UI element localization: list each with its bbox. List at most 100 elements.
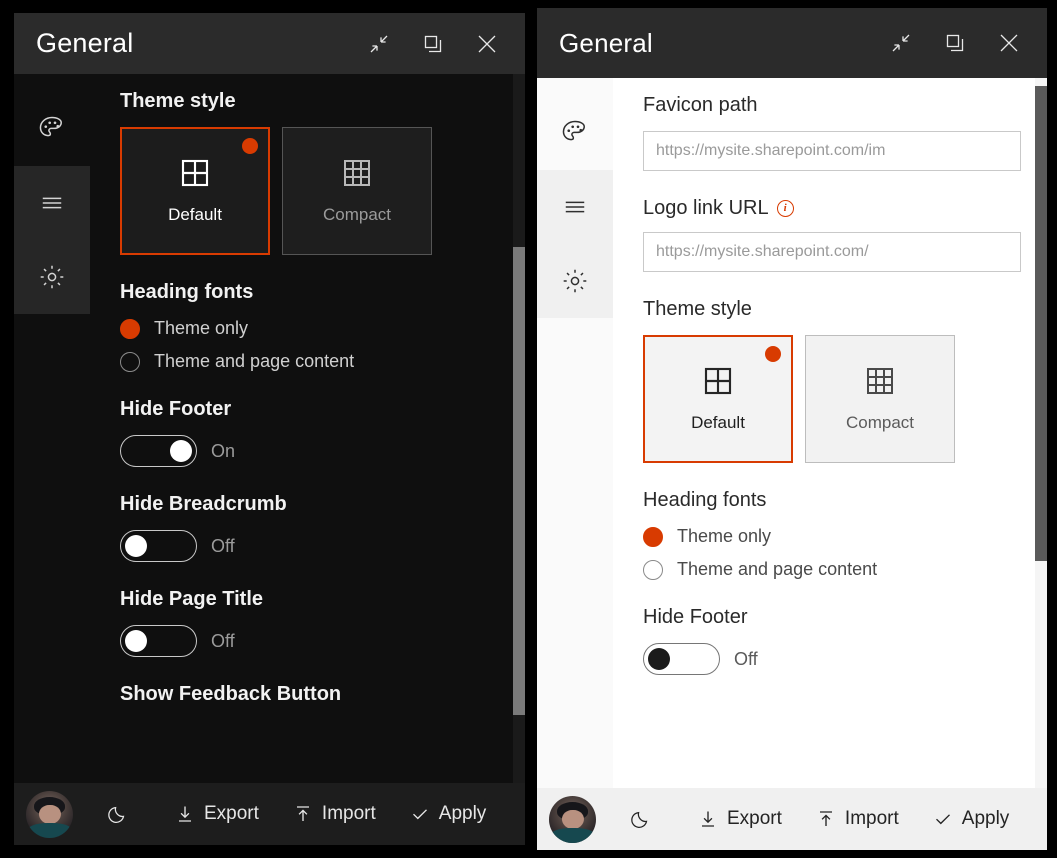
footer-bar: Export Import Apply [537,788,1047,850]
selected-dot-icon [242,138,258,154]
radio-icon [120,351,140,372]
show-feedback-button-label: Show Feedback Button [120,683,342,705]
collapse-icon[interactable] [879,21,923,65]
titlebar-actions [357,22,509,66]
avatar-shirt [27,823,72,838]
collapse-icon[interactable] [357,22,401,66]
hide-breadcrumb-toggle[interactable] [120,530,197,562]
avatar-shirt [550,828,595,843]
toggle-knob [648,648,670,670]
radio-theme-and-page-content[interactable]: Theme and page content [643,559,1047,580]
apply-label: Apply [961,808,1010,829]
radio-theme-only[interactable]: Theme only [120,318,525,339]
grid-3x3-icon [344,160,370,186]
apply-button[interactable]: Apply [396,795,501,833]
import-button[interactable]: Import [279,795,390,833]
section-favicon-path: Favicon path [643,94,1047,171]
section-hide-footer: Hide Footer On [120,398,525,467]
theme-card-label: Default [168,205,222,224]
theme-style-label: Theme style [120,90,236,112]
hide-footer-toggle[interactable] [643,643,720,675]
export-icon [179,806,191,822]
toggle-state: Off [211,535,235,556]
section-hide-footer: Hide Footer Off [643,606,1047,675]
hide-page-title-toggle[interactable] [120,625,197,657]
toggle-row: Off [120,625,525,657]
apply-button[interactable]: Apply [919,800,1024,838]
page-title: General [36,28,134,58]
dark-mode-toggle-button[interactable] [618,799,664,839]
favicon-path-input[interactable] [643,131,1021,171]
import-icon [296,806,309,821]
scrollbar-track[interactable] [513,74,525,783]
titlebar: General [14,13,525,74]
popout-icon[interactable] [933,21,977,65]
theme-style-label: Theme style [643,298,752,320]
avatar-face [38,804,61,825]
dark-mode-toggle-button[interactable] [95,794,141,834]
export-label: Export [204,803,259,824]
close-icon[interactable] [987,21,1031,65]
theme-style-cards: Default Compact [643,335,1047,463]
export-icon [702,811,714,827]
export-button[interactable]: Export [684,800,796,838]
import-label: Import [844,808,899,829]
radio-label: Theme only [677,526,772,546]
settings-panel-dark: General Theme style Default Compact Head… [14,13,525,845]
scrollbar-thumb[interactable] [513,247,525,715]
section-theme-style: Theme style Default Compact [643,298,1047,463]
grid-2x2-icon [181,159,209,187]
sidebar-item-theme[interactable] [14,92,90,166]
sidebar-item-theme[interactable] [537,96,613,170]
radio-icon [643,559,663,580]
close-icon[interactable] [465,22,509,66]
favicon-path-label: Favicon path [643,94,758,116]
radio-theme-only[interactable]: Theme only [643,526,1047,547]
theme-card-default[interactable]: Default [120,127,270,255]
info-icon[interactable]: i [776,200,794,217]
radio-icon [643,526,663,547]
popout-icon[interactable] [411,22,455,66]
theme-card-compact[interactable]: Compact [282,127,432,255]
section-hide-page-title: Hide Page Title Off [120,588,525,657]
titlebar: General [537,8,1047,78]
sidebar [537,78,613,788]
radio-theme-and-page-content[interactable]: Theme and page content [120,351,525,372]
footer-bar: Export Import Apply [14,783,525,845]
section-theme-style: Theme style Default Compact [120,90,525,255]
sidebar-item-settings[interactable] [537,244,613,318]
avatar[interactable] [549,795,596,843]
toggle-knob [125,630,147,652]
moon-icon [108,806,125,823]
theme-card-label: Compact [845,413,915,432]
hide-footer-toggle[interactable] [120,435,197,467]
heading-fonts-label: Heading fonts [120,281,254,303]
grid-3x3-icon [867,368,893,394]
theme-card-label: Default [691,413,745,432]
logo-link-url-input[interactable] [643,232,1021,272]
footer-actions: Export Import Apply [618,799,1023,839]
section-heading-fonts: Heading fonts Theme only Theme and page … [120,281,525,372]
avatar[interactable] [26,790,73,838]
logo-link-url-label: Logo link URL [643,197,769,219]
sidebar-item-settings[interactable] [14,240,90,314]
page-title: General [559,27,653,58]
scrollbar-track[interactable] [1035,78,1047,788]
footer-actions: Export Import Apply [95,794,500,834]
hide-footer-label: Hide Footer [643,606,748,628]
import-button[interactable]: Import [802,800,913,838]
scrollbar-thumb[interactable] [1035,86,1047,561]
settings-content: Favicon path Logo link URL i Theme style [613,78,1047,788]
heading-fonts-label: Heading fonts [643,489,767,511]
sidebar-item-navigation[interactable] [14,166,90,240]
radio-label: Theme and page content [154,351,355,371]
theme-card-compact[interactable]: Compact [805,335,955,463]
theme-card-default[interactable]: Default [643,335,793,463]
sidebar [14,74,90,783]
sidebar-item-navigation[interactable] [537,170,613,244]
section-logo-link-url: Logo link URL i [643,197,1047,272]
apply-label: Apply [438,803,487,824]
export-button[interactable]: Export [161,795,273,833]
toggle-state: On [211,440,236,461]
toggle-row: Off [120,530,525,562]
